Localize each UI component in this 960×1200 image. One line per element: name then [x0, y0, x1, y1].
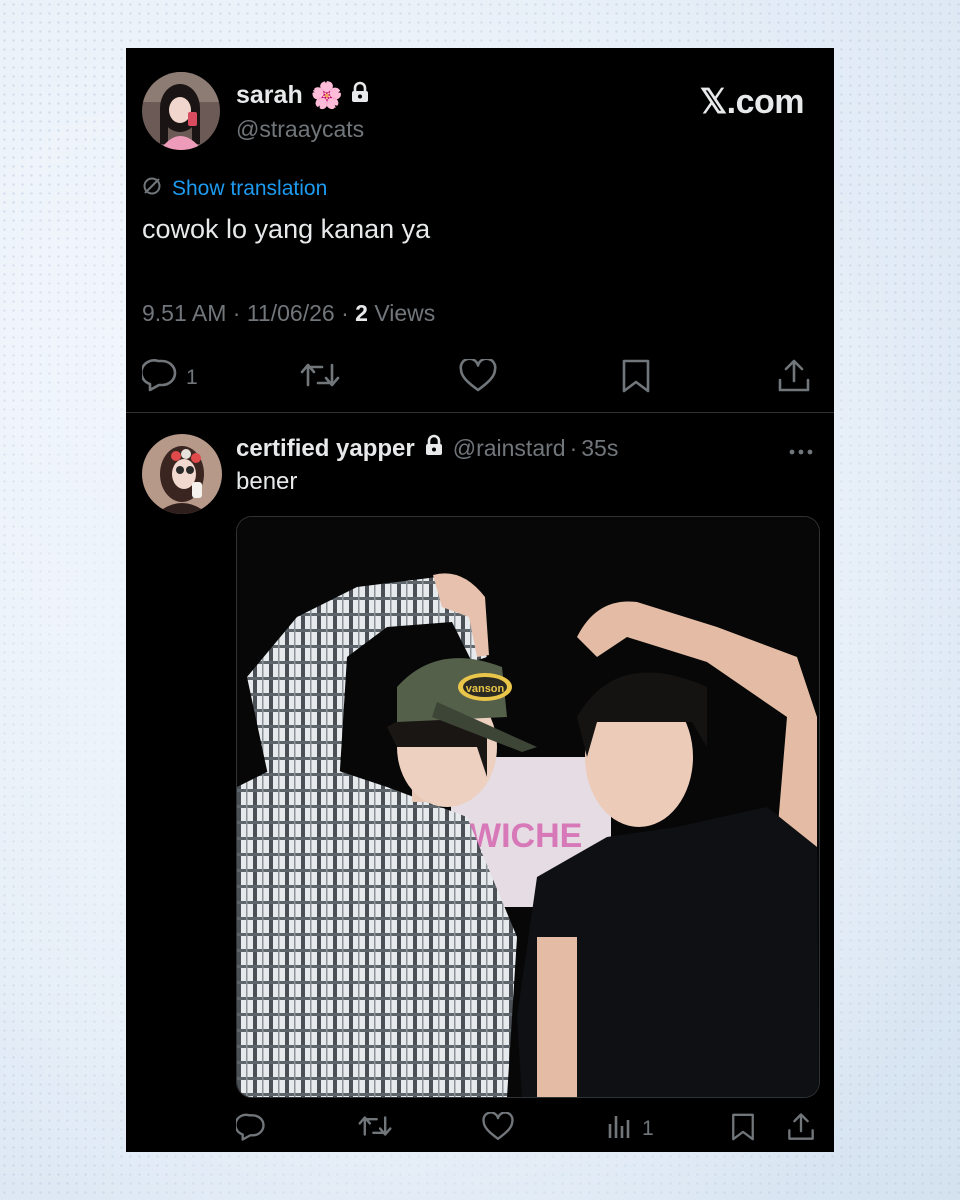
more-options-icon[interactable]: [788, 436, 814, 462]
author-name: sarah: [236, 81, 303, 109]
photo-illustration: WICHE vanson: [237, 517, 819, 1097]
reply-count: 1: [186, 366, 198, 389]
views-label: Views: [374, 300, 436, 326]
lock-icon: [425, 434, 443, 463]
bookmark-icon: [620, 358, 652, 400]
tweet-text: cowok lo yang kanan ya: [142, 214, 431, 244]
reply-reply-button[interactable]: [234, 1112, 266, 1148]
bookmark-icon: [730, 1112, 756, 1148]
repost-button[interactable]: [300, 359, 340, 397]
reply-text: bener: [236, 468, 298, 495]
bookmark-button[interactable]: [620, 358, 652, 400]
like-button[interactable]: [459, 357, 497, 399]
reply-header: certified yapper @rainstard · 35s: [236, 434, 619, 463]
tweet-meta: 9.51 AM · 11/06/26 · 2 Views: [142, 300, 436, 326]
reply-views-count: 1: [642, 1117, 654, 1140]
lock-icon: [351, 81, 369, 110]
tweet-date[interactable]: 11/06/26: [247, 300, 335, 326]
reply-share-button[interactable]: [786, 1112, 816, 1148]
translate-icon: [142, 176, 162, 202]
sarah-handle[interactable]: @straaycats: [236, 116, 364, 143]
share-icon: [776, 358, 812, 400]
views-count: 2: [355, 300, 368, 326]
reply-repost-button[interactable]: [358, 1112, 392, 1146]
heart-icon: [459, 357, 497, 399]
reply-icon: [140, 358, 178, 398]
reply-icon: [234, 1112, 266, 1148]
translate-label: Show translation: [172, 177, 328, 200]
flower-emoji: 🌸: [310, 80, 344, 110]
brand-logo: 𝕏.com: [699, 83, 805, 121]
reply-tweet-actions: 1: [126, 1111, 834, 1148]
reply-like-button[interactable]: [482, 1111, 514, 1148]
main-tweet-actions: 1: [126, 357, 834, 400]
tweet-divider: [126, 412, 834, 413]
repost-icon: [358, 1112, 392, 1146]
reply-author-handle[interactable]: @rainstard: [453, 435, 566, 462]
tweet-screenshot-card: sarah 🌸 @straaycats 𝕏.com Show translati…: [126, 48, 834, 1152]
reply-author-name[interactable]: certified yapper: [236, 435, 415, 463]
analytics-icon: [606, 1112, 634, 1146]
share-button[interactable]: [776, 358, 812, 400]
sarah-display-name[interactable]: sarah 🌸: [236, 80, 369, 111]
show-translation-link[interactable]: Show translation: [142, 176, 327, 202]
reply-bookmark-button[interactable]: [730, 1112, 756, 1148]
cap-logo-text: vanson: [466, 683, 505, 695]
heart-icon: [482, 1111, 514, 1148]
repost-icon: [300, 359, 340, 397]
certified-yapper-avatar[interactable]: [142, 434, 222, 514]
reply-age[interactable]: 35s: [581, 435, 618, 462]
shirt-print-text: WICHE: [469, 817, 582, 855]
reply-views-button[interactable]: 1: [606, 1112, 654, 1146]
reply-photo[interactable]: WICHE vanson: [236, 516, 820, 1098]
reply-button[interactable]: 1: [140, 358, 198, 398]
tweet-time[interactable]: 9.51 AM: [142, 300, 226, 326]
sarah-avatar[interactable]: [142, 72, 220, 150]
share-icon: [786, 1112, 816, 1148]
